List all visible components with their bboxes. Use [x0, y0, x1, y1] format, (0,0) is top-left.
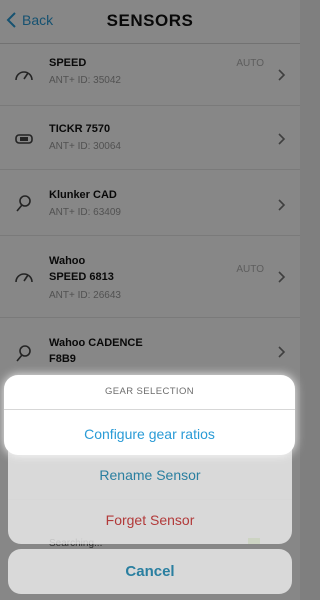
- divider: [8, 455, 292, 456]
- forget-sensor-button[interactable]: Forget Sensor: [8, 512, 292, 528]
- rename-sensor-button[interactable]: Rename Sensor: [8, 467, 292, 483]
- divider: [4, 409, 295, 410]
- divider: [8, 499, 292, 500]
- cancel-button[interactable]: Cancel: [8, 549, 292, 594]
- configure-gear-ratios-button[interactable]: Configure gear ratios: [4, 426, 295, 442]
- sheet-header: GEAR SELECTION: [104, 386, 194, 397]
- gear-selection-section: GEAR SELECTION Configure gear ratios: [4, 375, 295, 455]
